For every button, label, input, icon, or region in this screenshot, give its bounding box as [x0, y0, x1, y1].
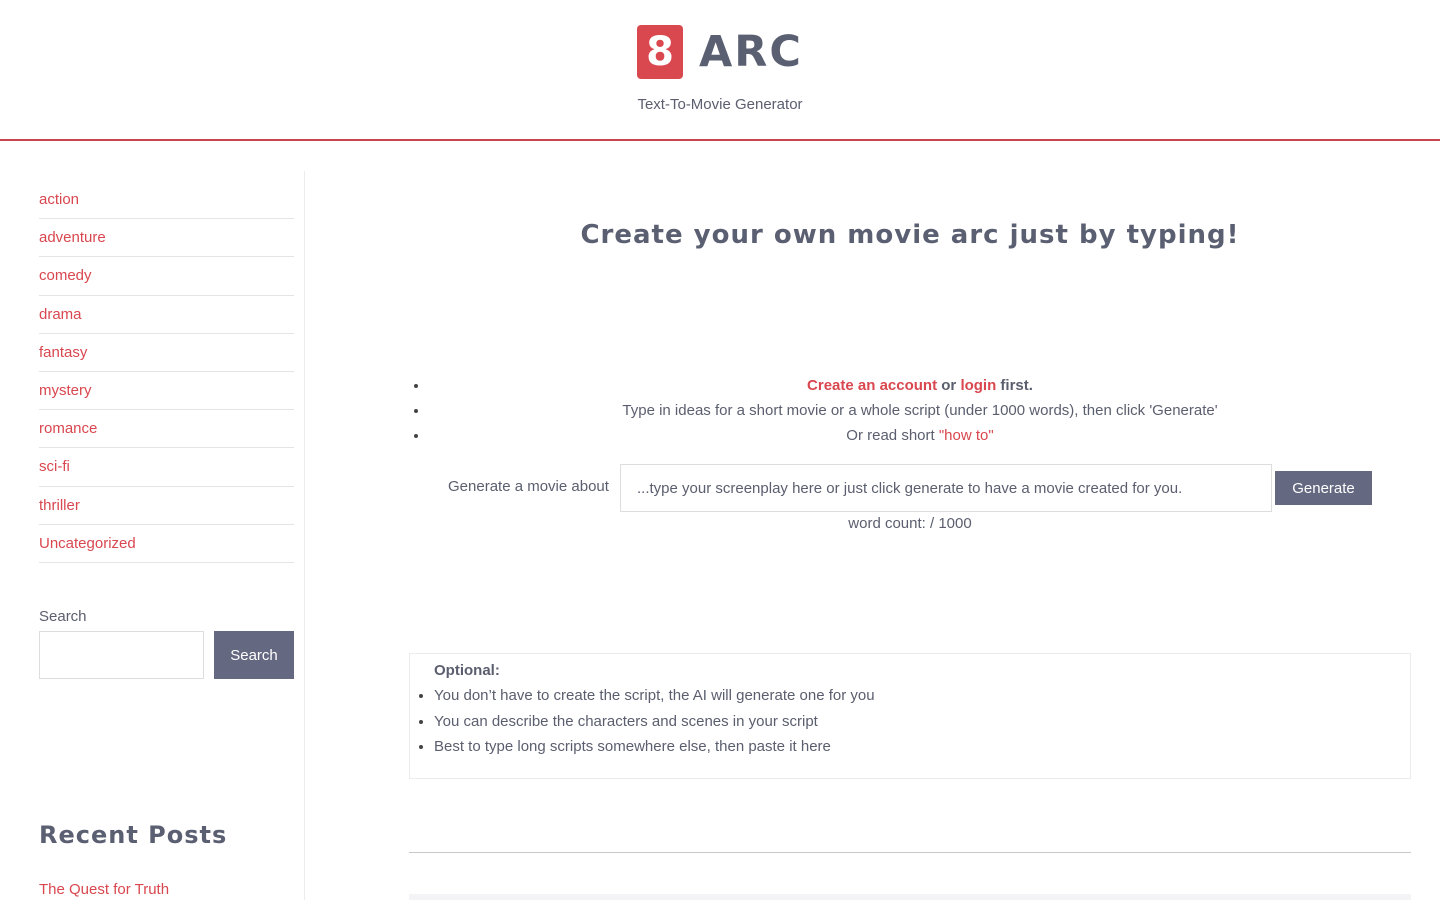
list-item: adventure [39, 219, 294, 258]
category-link-mystery[interactable]: mystery [39, 382, 92, 399]
category-link-romance[interactable]: romance [39, 420, 97, 437]
site-title[interactable]: ARC [699, 25, 803, 79]
divider [409, 852, 1411, 853]
category-link-sci-fi[interactable]: sci-fi [39, 458, 70, 475]
site-header: 8 ARC Text-To-Movie Generator [0, 0, 1440, 141]
list-item: Uncategorized [39, 525, 294, 563]
how-to-link[interactable]: "how to" [939, 427, 994, 444]
list-item: romance [39, 410, 294, 449]
optional-list: You don’t have to create the script, the… [434, 686, 1386, 763]
word-count: word count: / 1000 [848, 515, 972, 532]
list-item: drama [39, 296, 294, 334]
list-item: comedy [39, 257, 294, 296]
search-button[interactable]: Search [214, 631, 294, 679]
site-logo[interactable]: 8 [637, 25, 683, 79]
list-item: You can describe the characters and scen… [434, 712, 1386, 738]
page-title: Create your own movie arc just by typing… [580, 220, 1240, 250]
list-item: sci-fi [39, 448, 294, 487]
list-item: Type in ideas for a short movie or a who… [429, 400, 1411, 425]
category-link-comedy[interactable]: comedy [39, 267, 92, 284]
brand[interactable]: 8 ARC [637, 25, 803, 79]
category-link-uncategorized[interactable]: Uncategorized [39, 535, 136, 552]
generate-button[interactable]: Generate [1275, 471, 1372, 505]
category-link-drama[interactable]: drama [39, 306, 82, 323]
content-block [409, 894, 1411, 900]
recent-posts-heading: Recent Posts [39, 821, 228, 849]
or-text: or [937, 377, 961, 394]
create-account-link[interactable]: Create an account [807, 377, 937, 394]
screenplay-input[interactable] [620, 464, 1272, 512]
category-link-action[interactable]: action [39, 191, 79, 208]
optional-title: Optional: [434, 662, 500, 679]
category-link-fantasy[interactable]: fantasy [39, 344, 87, 361]
search-label: Search [39, 608, 87, 625]
how-to-prefix: Or read short [846, 427, 939, 444]
list-item: Or read short "how to" [429, 425, 1411, 450]
list-item: Create an account or login first. [429, 375, 1411, 400]
list-item: fantasy [39, 334, 294, 372]
instructions-list: Create an account or login first. Type i… [429, 375, 1411, 450]
generate-label: Generate a movie about [448, 478, 609, 495]
list-item: mystery [39, 372, 294, 411]
optional-tips-box: Optional: You don’t have to create the s… [409, 653, 1411, 779]
list-item: You don’t have to create the script, the… [434, 686, 1386, 712]
login-link[interactable]: login [960, 377, 996, 394]
list-item: Best to type long scripts somewhere else… [434, 737, 1386, 763]
search-input[interactable] [39, 631, 204, 679]
category-link-thriller[interactable]: thriller [39, 497, 80, 514]
category-list: action adventure comedy drama fantasy my… [39, 181, 294, 563]
first-text: first. [996, 377, 1033, 394]
site-tagline: Text-To-Movie Generator [637, 96, 803, 113]
list-item: action [39, 181, 294, 220]
category-link-adventure[interactable]: adventure [39, 229, 106, 246]
list-item: thriller [39, 487, 294, 525]
sidebar: action adventure comedy drama fantasy my… [0, 171, 305, 900]
recent-post-link[interactable]: The Quest for Truth [39, 881, 169, 898]
